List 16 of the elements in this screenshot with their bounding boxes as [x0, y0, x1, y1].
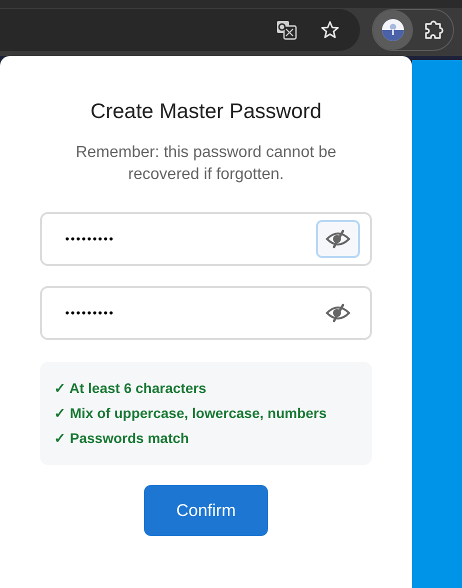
extension-logo-icon	[381, 18, 405, 42]
puzzle-icon[interactable]	[423, 19, 445, 41]
requirement-item: ✓ Passwords match	[54, 429, 190, 448]
dialog-title: Create Master Password	[90, 100, 322, 124]
password-input[interactable]: •••••••••	[62, 306, 316, 320]
password-input[interactable]: •••••••••	[62, 232, 316, 246]
eye-slash-icon	[325, 229, 351, 249]
requirement-item: ✓ Mix of uppercase, lowercase, numbers	[54, 404, 328, 423]
requirement-item: ✓ At least 6 characters	[54, 379, 208, 398]
eye-slash-icon	[325, 303, 351, 323]
warning-message: Remember: this password cannot be recovered if forgotten.	[74, 143, 338, 185]
star-icon[interactable]	[320, 20, 340, 40]
extension-button[interactable]	[373, 10, 413, 50]
visibility-toggle-button[interactable]	[316, 220, 360, 258]
translate-icon[interactable]	[276, 20, 298, 40]
confirm-button[interactable]: Confirm	[144, 485, 268, 536]
